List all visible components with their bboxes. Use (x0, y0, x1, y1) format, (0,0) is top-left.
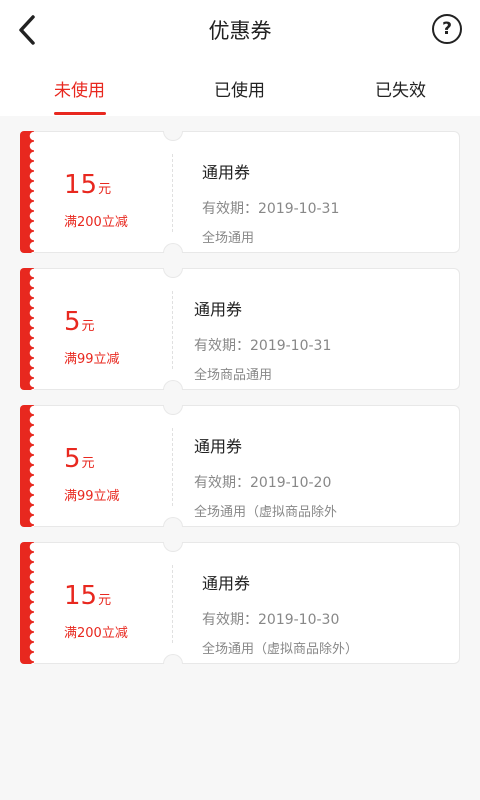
coupon-expiry: 有效期：2019-10-31 (194, 338, 332, 354)
coupon-condition: 满200立减 (64, 626, 128, 641)
coupon-edge (20, 131, 34, 253)
coupon-expiry: 有效期：2019-10-30 (202, 612, 340, 628)
coupon-expiry: 有效期：2019-10-20 (194, 475, 332, 491)
tab-bar: 未使用 已使用 已失效 (0, 60, 480, 116)
page-title: 优惠券 (208, 19, 272, 43)
coupon-condition: 满99立减 (64, 352, 120, 367)
coupon-divider (172, 291, 173, 369)
coupon-divider (172, 428, 173, 506)
coupon-divider (172, 565, 173, 643)
tab-unused[interactable]: 未使用 (54, 76, 105, 101)
coupon-edge (20, 542, 34, 664)
coupon-name: 通用券 (202, 574, 251, 593)
help-icon[interactable]: ? (432, 14, 462, 44)
coupon-scope: 全场商品通用 (194, 368, 273, 383)
coupon-condition: 满200立减 (64, 215, 128, 230)
coupon-scope: 全场通用（虚拟商品除外） (202, 642, 359, 657)
coupon-name: 通用券 (194, 300, 243, 319)
coupon-divider (172, 154, 173, 232)
top-bar: 优惠券 ? (0, 0, 480, 60)
coupon-expiry: 有效期：2019-10-31 (202, 201, 340, 217)
currency-unit: 元 (81, 319, 95, 334)
coupon-edge (20, 268, 34, 390)
coupon-name: 通用券 (202, 163, 251, 182)
currency-unit: 元 (81, 456, 95, 471)
coupon-card[interactable]: 15元 满200立减 通用券 有效期：2019-10-31 全场通用 (20, 131, 460, 253)
coupon-card[interactable]: 5元 满99立减 通用券 有效期：2019-10-31 全场商品通用 (20, 268, 460, 390)
tab-used[interactable]: 已使用 (214, 76, 265, 101)
coupon-condition: 满99立减 (64, 489, 120, 504)
coupon-scope: 全场通用 (202, 231, 255, 246)
tab-expired[interactable]: 已失效 (375, 76, 426, 101)
coupon-amount: 5元 (64, 307, 95, 337)
coupon-name: 通用券 (194, 437, 243, 456)
coupon-amount: 5元 (64, 444, 95, 474)
coupon-card[interactable]: 5元 满99立减 通用券 有效期：2019-10-20 全场通用（虚拟商品除外 (20, 405, 460, 527)
coupon-amount: 15元 (64, 581, 112, 611)
coupon-amount: 15元 (64, 170, 112, 200)
currency-unit: 元 (98, 593, 112, 608)
coupon-scope: 全场通用（虚拟商品除外 (194, 505, 338, 520)
coupon-card[interactable]: 15元 满200立减 通用券 有效期：2019-10-30 全场通用（虚拟商品除… (20, 542, 460, 664)
currency-unit: 元 (98, 182, 112, 197)
active-tab-indicator (54, 112, 106, 115)
coupon-edge (20, 405, 34, 527)
